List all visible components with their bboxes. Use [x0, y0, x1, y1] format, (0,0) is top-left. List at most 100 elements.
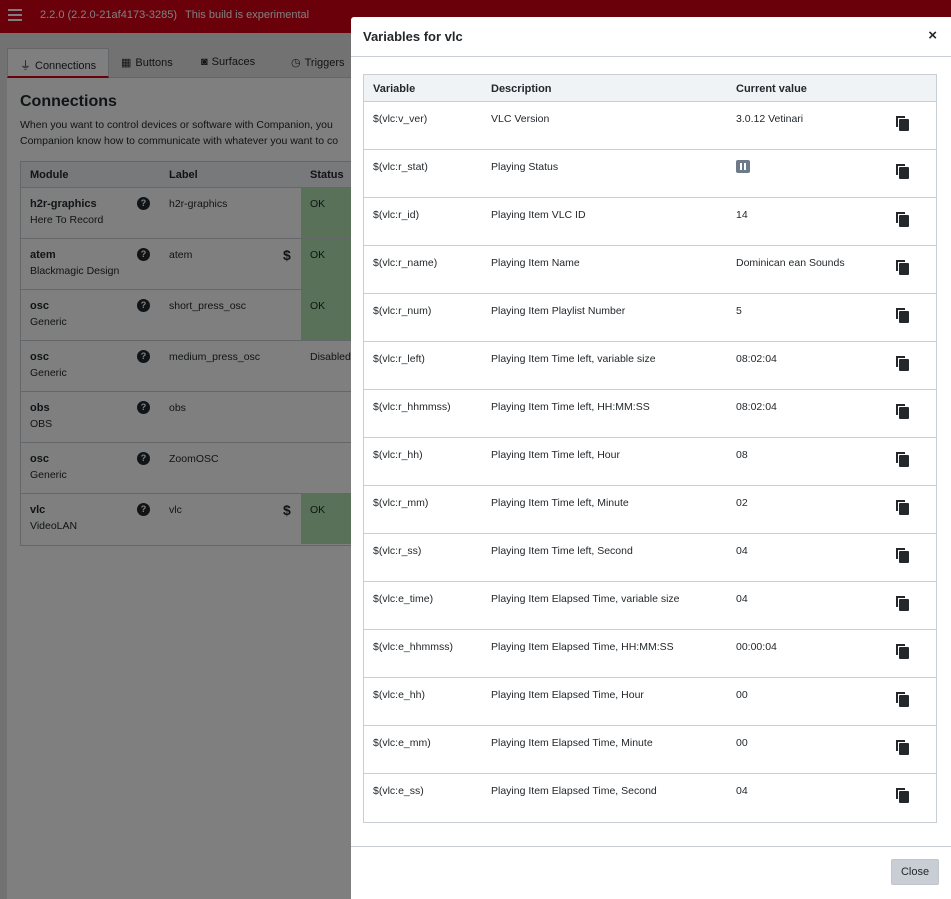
- table-row: $(vlc:e_hh) Playing Item Elapsed Time, Ho…: [364, 678, 936, 726]
- variable-value: 00: [736, 689, 748, 701]
- copy-icon[interactable]: [896, 548, 910, 564]
- copy-icon-front: [899, 743, 909, 755]
- table-row: $(vlc:e_time) Playing Item Elapsed Time, …: [364, 582, 936, 630]
- table-row: $(vlc:e_ss) Playing Item Elapsed Time, Se…: [364, 774, 936, 822]
- table-header: Variable Description Current value: [364, 75, 936, 102]
- copy-icon[interactable]: [896, 356, 910, 372]
- variable-name: $(vlc:e_hh): [373, 689, 425, 701]
- variable-description: Playing Item Time left, Minute: [491, 497, 629, 509]
- variables-rows: $(vlc:v_ver) VLC Version 3.0.12 Vetinari $(…: [364, 102, 936, 822]
- variable-value: 08:02:04: [736, 401, 777, 413]
- column-description: Description: [491, 83, 552, 95]
- variable-value: 04: [736, 785, 748, 797]
- copy-icon[interactable]: [896, 500, 910, 516]
- copy-icon[interactable]: [896, 308, 910, 324]
- copy-icon[interactable]: [896, 212, 910, 228]
- table-row: $(vlc:r_ss) Playing Item Time left, Secon…: [364, 534, 936, 582]
- variable-name: $(vlc:e_ss): [373, 785, 424, 797]
- table-row: $(vlc:r_id) Playing Item VLC ID 14: [364, 198, 936, 246]
- table-row: $(vlc:r_name) Playing Item Name Dominican …: [364, 246, 936, 294]
- copy-icon-front: [899, 407, 909, 419]
- column-variable: Variable: [373, 83, 416, 95]
- modal-title: Variables for vlc: [363, 29, 463, 44]
- copy-icon[interactable]: [896, 260, 910, 276]
- variable-name: $(vlc:e_time): [373, 593, 434, 605]
- variable-description: Playing Item Elapsed Time, Second: [491, 785, 657, 797]
- variable-value: 3.0.12 Vetinari: [736, 113, 804, 125]
- variables-modal: Variables for vlc × Variable Description…: [351, 17, 951, 899]
- variable-name: $(vlc:e_mm): [373, 737, 431, 749]
- modal-footer: Close: [351, 846, 951, 899]
- copy-icon-front: [899, 359, 909, 371]
- variable-description: Playing Item Elapsed Time, variable size: [491, 593, 680, 605]
- copy-icon[interactable]: [896, 644, 910, 660]
- variable-name: $(vlc:r_left): [373, 353, 425, 365]
- copy-icon[interactable]: [896, 164, 910, 180]
- variable-value: 04: [736, 593, 748, 605]
- variable-description: Playing Item Time left, variable size: [491, 353, 656, 365]
- variable-name: $(vlc:r_id): [373, 209, 420, 221]
- table-row: $(vlc:e_hhmmss) Playing Item Elapsed Time…: [364, 630, 936, 678]
- table-row: $(vlc:r_num) Playing Item Playlist Number…: [364, 294, 936, 342]
- variable-description: Playing Item Time left, Second: [491, 545, 633, 557]
- variable-name: $(vlc:e_hhmmss): [373, 641, 453, 653]
- pause-icon: [736, 160, 750, 177]
- table-row: $(vlc:r_stat) Playing Status: [364, 150, 936, 198]
- copy-icon[interactable]: [896, 452, 910, 468]
- copy-icon-front: [899, 647, 909, 659]
- variable-value: 02: [736, 497, 748, 509]
- variable-name: $(vlc:r_ss): [373, 545, 422, 557]
- variable-name: $(vlc:r_num): [373, 305, 432, 317]
- variable-name: $(vlc:r_mm): [373, 497, 429, 509]
- copy-icon[interactable]: [896, 692, 910, 708]
- table-row: $(vlc:r_mm) Playing Item Time left, Minut…: [364, 486, 936, 534]
- table-row: $(vlc:r_hhmmss) Playing Item Time left, H…: [364, 390, 936, 438]
- variable-description: Playing Item Elapsed Time, HH:MM:SS: [491, 641, 674, 653]
- copy-icon-front: [899, 551, 909, 563]
- copy-icon[interactable]: [896, 596, 910, 612]
- variable-name: $(vlc:r_hh): [373, 449, 423, 461]
- table-row: $(vlc:r_hh) Playing Item Time left, Hour 0…: [364, 438, 936, 486]
- copy-icon[interactable]: [896, 404, 910, 420]
- variable-name: $(vlc:r_hhmmss): [373, 401, 451, 413]
- variable-value: 5: [736, 305, 742, 317]
- variable-description: VLC Version: [491, 113, 550, 125]
- variable-value: 00: [736, 737, 748, 749]
- variable-description: Playing Item Time left, HH:MM:SS: [491, 401, 650, 413]
- variable-description: Playing Item Elapsed Time, Minute: [491, 737, 653, 749]
- copy-icon-front: [899, 263, 909, 275]
- variable-name: $(vlc:v_ver): [373, 113, 428, 125]
- copy-icon-front: [899, 599, 909, 611]
- variable-value: 00:00:04: [736, 641, 777, 653]
- copy-icon-front: [899, 215, 909, 227]
- table-row: $(vlc:e_mm) Playing Item Elapsed Time, Mi…: [364, 726, 936, 774]
- close-button[interactable]: Close: [891, 859, 939, 885]
- pause-icon: [736, 160, 750, 173]
- copy-icon-front: [899, 119, 909, 131]
- variable-description: Playing Item Name: [491, 257, 580, 269]
- variable-value: 04: [736, 545, 748, 557]
- variable-name: $(vlc:r_name): [373, 257, 438, 269]
- copy-icon-front: [899, 791, 909, 803]
- close-icon[interactable]: ×: [928, 28, 937, 43]
- table-row: $(vlc:v_ver) VLC Version 3.0.12 Vetinari: [364, 102, 936, 150]
- modal-header: Variables for vlc ×: [351, 17, 951, 57]
- variables-table: Variable Description Current value $(vlc…: [363, 74, 937, 823]
- copy-icon-front: [899, 503, 909, 515]
- copy-icon[interactable]: [896, 116, 910, 132]
- copy-icon-front: [899, 311, 909, 323]
- variable-description: Playing Item VLC ID: [491, 209, 586, 221]
- copy-icon-front: [899, 167, 909, 179]
- variable-description: Playing Item Time left, Hour: [491, 449, 620, 461]
- copy-icon[interactable]: [896, 740, 910, 756]
- variable-value: 08:02:04: [736, 353, 777, 365]
- copy-icon[interactable]: [896, 788, 910, 804]
- variable-name: $(vlc:r_stat): [373, 161, 428, 173]
- copy-icon-front: [899, 455, 909, 467]
- table-row: $(vlc:r_left) Playing Item Time left, var…: [364, 342, 936, 390]
- column-current-value: Current value: [736, 83, 807, 95]
- variable-value: 14: [736, 209, 748, 221]
- variable-description: Playing Item Playlist Number: [491, 305, 626, 317]
- variable-description: Playing Status: [491, 161, 559, 173]
- copy-icon-front: [899, 695, 909, 707]
